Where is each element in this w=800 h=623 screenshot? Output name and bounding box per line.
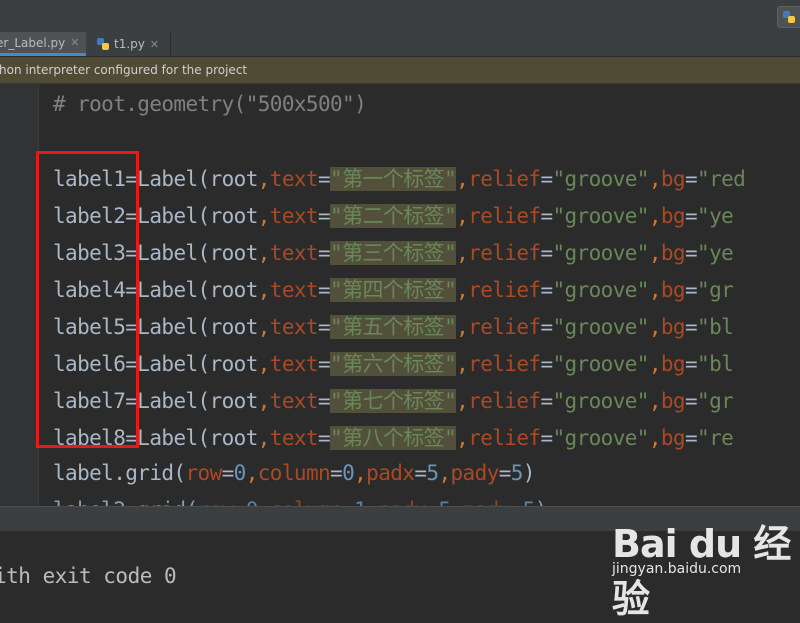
interpreter-warning-banner: hon interpreter configured for the proje… (0, 57, 800, 84)
python-icon (783, 11, 795, 23)
code-line-comment: # root.geometry("500x500") (53, 92, 367, 116)
warning-text: hon interpreter configured for the proje… (0, 63, 248, 77)
close-icon[interactable]: ✕ (70, 36, 79, 49)
watermark-url: jingyan.baidu.com (612, 561, 742, 577)
highlight-annotation-box (36, 151, 139, 448)
python-run-config-button[interactable] (777, 6, 800, 28)
tab-label: er_Label.py (0, 35, 66, 50)
code-line-label6: label6=Label(root,text="第六个标签",relief="g… (53, 352, 734, 376)
code-line-partial: label2.grid(row=0,column=1,padx=5,pady=5… (53, 492, 547, 506)
title-toolbar (0, 0, 800, 33)
code-line-label2: label2=Label(root,text="第二个标签",relief="g… (53, 204, 734, 228)
python-file-icon (97, 38, 109, 50)
console-output: ith exit code 0 (0, 564, 177, 588)
tab-label: t1.py (114, 37, 145, 51)
code-line-label7: label7=Label(root,text="第七个标签",relief="g… (53, 389, 734, 413)
baidu-jingyan-watermark: Bai du 经验 jingyan.baidu.com (612, 513, 800, 621)
editor-tab-bar: er_Label.py ✕ t1.py ✕ (0, 32, 800, 57)
code-editor[interactable]: # root.geometry("500x500") label1=Label(… (53, 84, 800, 506)
code-line-label3: label3=Label(root,text="第三个标签",relief="g… (53, 241, 734, 265)
editor-gutter (0, 84, 39, 506)
close-icon[interactable]: ✕ (150, 38, 159, 51)
tab-er-label-py[interactable]: er_Label.py ✕ (0, 32, 86, 56)
code-line-label5: label5=Label(root,text="第五个标签",relief="g… (53, 315, 734, 339)
code-line-label4: label4=Label(root,text="第四个标签",relief="g… (53, 278, 734, 302)
code-line-label1: label1=Label(root,text="第一个标签",relief="g… (53, 167, 746, 191)
code-line-label8: label8=Label(root,text="第八个标签",relief="g… (53, 426, 734, 450)
tab-t1-py[interactable]: t1.py ✕ (92, 32, 171, 56)
code-line-grid: label.grid(row=0,column=0,padx=5,pady=5) (53, 461, 535, 485)
